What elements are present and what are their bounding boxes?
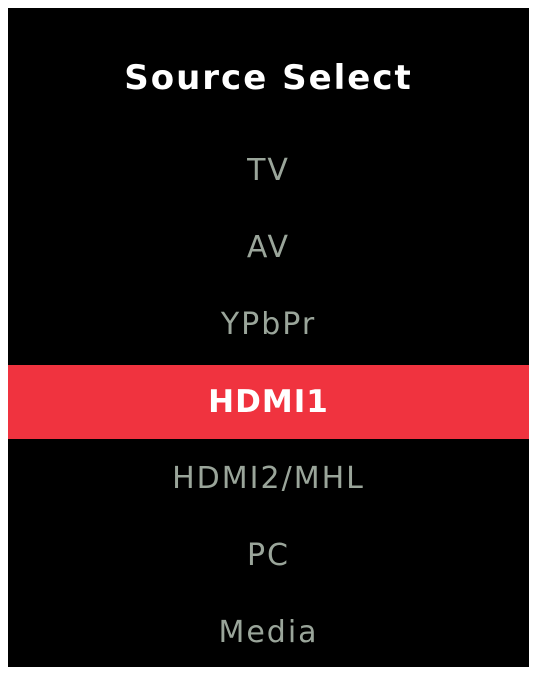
menu-title: Source Select: [124, 58, 413, 98]
source-item-hdmi1[interactable]: HDMI1: [8, 365, 529, 439]
source-item-media[interactable]: Media: [8, 594, 529, 671]
source-item-ypbpr[interactable]: YPbPr: [8, 286, 529, 363]
source-select-menu: Source Select TV AV YPbPr HDMI1 HDMI2/MH…: [8, 8, 529, 667]
source-item-av[interactable]: AV: [8, 209, 529, 286]
source-item-tv[interactable]: TV: [8, 132, 529, 209]
source-item-hdmi2-mhl[interactable]: HDMI2/MHL: [8, 440, 529, 517]
source-list: TV AV YPbPr HDMI1 HDMI2/MHL PC Media: [8, 132, 529, 671]
source-item-pc[interactable]: PC: [8, 517, 529, 594]
